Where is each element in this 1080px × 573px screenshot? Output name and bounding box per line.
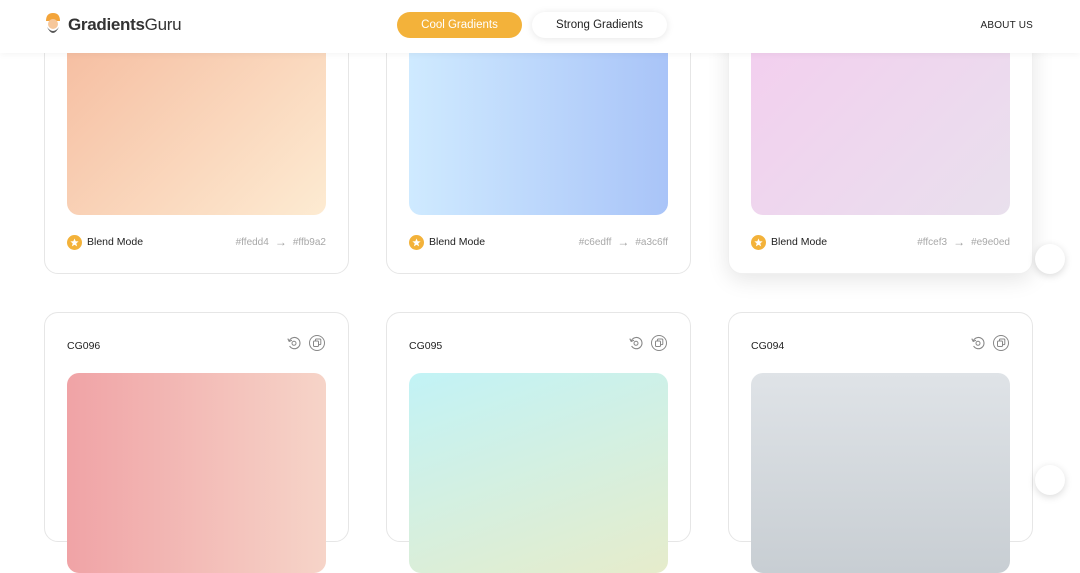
card-footer: Blend Mode #ffedd4 → #ffb9a2 (67, 234, 326, 250)
floating-action-button[interactable] (1035, 244, 1065, 274)
gradient-card: CG096 (44, 312, 349, 573)
brand-name: GradientsGuru (68, 15, 182, 34)
hex-codes: #ffedd4 → #ffb9a2 (236, 235, 326, 249)
gradient-swatch[interactable] (67, 373, 326, 573)
copy-icon[interactable] (651, 335, 667, 351)
copy-icon[interactable] (309, 335, 325, 351)
hex-from[interactable]: #ffcef3 (917, 237, 947, 248)
copy-icon[interactable] (993, 335, 1009, 351)
blend-mode-label[interactable]: Blend Mode (87, 236, 143, 248)
star-icon (409, 234, 424, 250)
hex-from[interactable]: #c6edff (579, 237, 612, 248)
top-navbar: GradientsGuru Cool Gradients Strong Grad… (0, 0, 1080, 53)
hex-from[interactable]: #ffedd4 (236, 237, 269, 248)
hex-codes: #ffcef3 → #e9e0ed (917, 235, 1010, 249)
floating-action-button[interactable] (1035, 465, 1065, 495)
card-footer: Blend Mode #ffcef3 → #e9e0ed (751, 234, 1010, 250)
gradient-swatch[interactable] (409, 373, 668, 573)
gradient-code: CG096 (67, 340, 101, 352)
card-footer: Blend Mode #c6edff → #a3c6ff (409, 234, 668, 250)
hex-to[interactable]: #ffb9a2 (293, 237, 326, 248)
rotate-icon[interactable] (628, 335, 644, 351)
tab-strong-gradients[interactable]: Strong Gradients (532, 12, 667, 38)
hex-codes: #c6edff → #a3c6ff (579, 235, 668, 249)
star-icon (751, 234, 766, 250)
rotate-icon[interactable] (286, 335, 302, 351)
blend-mode-label[interactable]: Blend Mode (771, 236, 827, 248)
gradient-card: CG095 (386, 312, 691, 573)
gradient-swatch[interactable] (751, 373, 1010, 573)
gradient-code: CG094 (751, 340, 785, 352)
arrow-right-icon: → (953, 235, 966, 249)
hex-to[interactable]: #e9e0ed (971, 237, 1010, 248)
gradient-tabs: Cool Gradients Strong Gradients (397, 12, 667, 38)
gradient-code: CG095 (409, 340, 443, 352)
about-us-link[interactable]: ABOUT US (980, 20, 1033, 31)
star-icon (67, 234, 82, 250)
gradient-card: CG094 (728, 312, 1033, 573)
arrow-right-icon: → (617, 235, 630, 249)
rotate-icon[interactable] (970, 335, 986, 351)
hex-to[interactable]: #a3c6ff (635, 237, 668, 248)
guru-logo-icon (46, 13, 60, 33)
brand-logo[interactable]: GradientsGuru (44, 12, 182, 38)
blend-mode-label[interactable]: Blend Mode (429, 236, 485, 248)
arrow-right-icon: → (274, 235, 287, 249)
tab-cool-gradients[interactable]: Cool Gradients (397, 12, 522, 38)
